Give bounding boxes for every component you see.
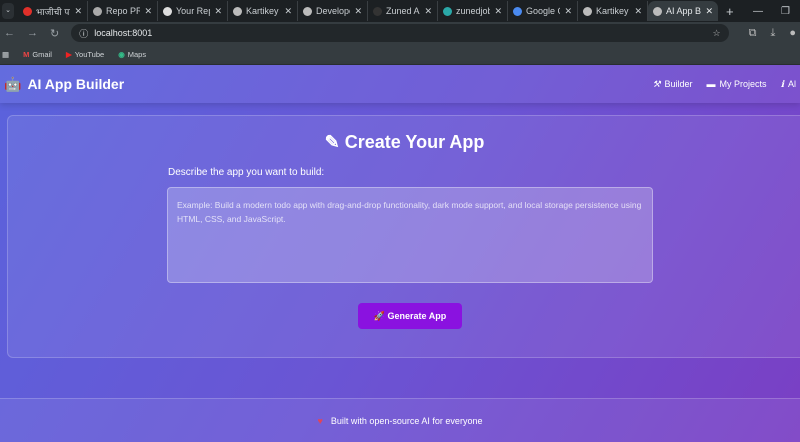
tab-title: zunedjobs (456, 6, 490, 16)
button-label: Generate App (387, 310, 447, 321)
nav-about[interactable]: ℹ Al (781, 79, 796, 90)
app-description-input[interactable] (167, 187, 653, 283)
tab-title: भाजीची पा (36, 6, 71, 17)
browser-tab[interactable]: भाजीची पा ✕ (18, 1, 88, 21)
close-tab-icon[interactable]: ✕ (634, 6, 642, 17)
gear-icon (443, 6, 452, 16)
browser-tab[interactable]: AI App Bu✕ (648, 1, 718, 21)
youtube-icon (23, 6, 32, 16)
close-tab-icon[interactable]: ✕ (284, 6, 292, 17)
browser-tab[interactable]: zunedjobs ✕ (438, 1, 508, 21)
bookmarks-bar: ▦ M Gmail ▶ YouTube ◉ Maps (0, 44, 800, 65)
browser-tab[interactable]: Kartikey S ✕ (228, 1, 298, 21)
profile-avatar[interactable]: ● (789, 27, 796, 40)
close-tab-icon[interactable]: ✕ (144, 6, 152, 17)
bookmark-gmail[interactable]: M Gmail (23, 50, 52, 59)
app-header: 🤖 AI App Builder ⚒ Builder ▬ My Projects ℹA… (0, 65, 800, 103)
restore-button[interactable]: ❐ (781, 6, 790, 17)
gemini-icon (513, 6, 522, 16)
bookmark-label: Gmail (32, 49, 52, 59)
globe-icon (583, 6, 592, 16)
tab-title: Developer (316, 6, 350, 16)
create-app-card: ✎ Create Your App Describe the app you w… (7, 115, 800, 358)
apps-icon[interactable]: ▦ (2, 50, 9, 59)
nav-label: Builder (664, 79, 693, 89)
close-tab-icon[interactable]: ✕ (214, 6, 222, 17)
back-button[interactable]: ← (4, 27, 15, 39)
folder-icon: ▬ (706, 79, 716, 89)
close-tab-icon[interactable]: ✕ (74, 6, 82, 17)
browser-tab[interactable]: Kartikey S ✕ (578, 1, 648, 21)
page-title: ✎ Create Your App (8, 132, 800, 153)
prompt-label: Describe the app you want to build: (168, 167, 325, 178)
reload-button[interactable]: ↻ (50, 27, 59, 40)
title-text: Create Your App (344, 132, 485, 152)
browser-toolbar: ← → ↻ ⓘ localhost:8001 ☆ ⧉ ⤓ ● (0, 22, 800, 44)
tab-title: AI App Bu (666, 6, 702, 16)
new-tab-button[interactable]: + (726, 4, 734, 19)
robot-icon: 🤖 (4, 75, 22, 92)
tab-title: Zuned Au (386, 6, 420, 16)
rocket-icon: 🚀 (373, 310, 385, 321)
bookmark-star-icon[interactable]: ☆ (713, 28, 721, 39)
nav-label: Al (787, 79, 796, 89)
browser-tab[interactable]: Zuned Au ✕ (368, 1, 438, 21)
site-info-icon[interactable]: ⓘ (79, 27, 88, 40)
logo-text: AI App Builder (27, 76, 125, 92)
tab-title: Repo PR D (106, 6, 140, 16)
app-logo[interactable]: 🤖 AI App Builder (4, 76, 124, 93)
forward-button[interactable]: → (27, 27, 38, 39)
bookmark-label: Maps (127, 49, 147, 59)
extensions-icon[interactable]: ⧉ (749, 27, 757, 40)
download-icon[interactable]: ⤓ (770, 27, 775, 40)
close-tab-icon[interactable]: ✕ (354, 6, 362, 17)
url-text[interactable]: localhost:8001 (94, 28, 152, 38)
github-icon (163, 6, 172, 16)
bookmark-maps[interactable]: ◉ Maps (118, 50, 146, 59)
address-bar[interactable]: ⓘ localhost:8001 ☆ (71, 24, 729, 42)
app-icon (93, 6, 102, 16)
info-icon: ℹ (780, 78, 784, 89)
footer: ♥ Built with open-source AI for everyone (0, 398, 800, 442)
tab-bar: ⌄ भाजीची पा✕Repo PR D✕Your Repo✕Kartikey… (0, 0, 800, 22)
tab-title: Google Ge (526, 6, 560, 16)
tab-search-button[interactable]: ⌄ (2, 3, 14, 19)
footer-text: Built with open-source AI for everyone (330, 415, 483, 426)
browser-tab[interactable]: Developer ✕ (298, 1, 368, 21)
app-page: 🤖 AI App Builder ⚒ Builder ▬ My Projects ℹA… (0, 65, 800, 442)
bookmark-youtube[interactable]: ▶ YouTube (66, 50, 104, 59)
close-tab-icon[interactable]: ✕ (564, 6, 572, 17)
nav-builder[interactable]: ⚒ Builder (652, 79, 692, 90)
pencil-icon: ✎ (324, 132, 340, 152)
nav-my-projects[interactable]: ▬ My Projects (707, 79, 767, 90)
bookmark-label: YouTube (74, 49, 105, 59)
tab-title: Kartikey S (246, 6, 280, 16)
close-tab-icon[interactable]: ✕ (494, 6, 502, 17)
za-icon (373, 6, 382, 16)
heart-icon: ♥ (317, 415, 323, 426)
close-tab-icon[interactable]: ✕ (705, 6, 713, 17)
minimize-button[interactable]: — (753, 6, 763, 17)
tab-title: Your Repo (176, 6, 210, 16)
globe-icon (233, 6, 242, 16)
nav-label: My Projects (719, 79, 767, 89)
generate-app-button[interactable]: 🚀 Generate App (358, 303, 462, 329)
tab-title: Kartikey S (596, 6, 630, 16)
globe-icon (303, 6, 312, 16)
close-tab-icon[interactable]: ✕ (424, 6, 432, 17)
globe-icon (653, 6, 662, 16)
hammer-icon: ⚒ (652, 78, 661, 89)
browser-tab[interactable]: Your Repo ✕ (158, 1, 228, 21)
browser-tab[interactable]: Repo PR D ✕ (88, 1, 158, 21)
browser-tab[interactable]: Google Ge ✕ (508, 1, 578, 21)
